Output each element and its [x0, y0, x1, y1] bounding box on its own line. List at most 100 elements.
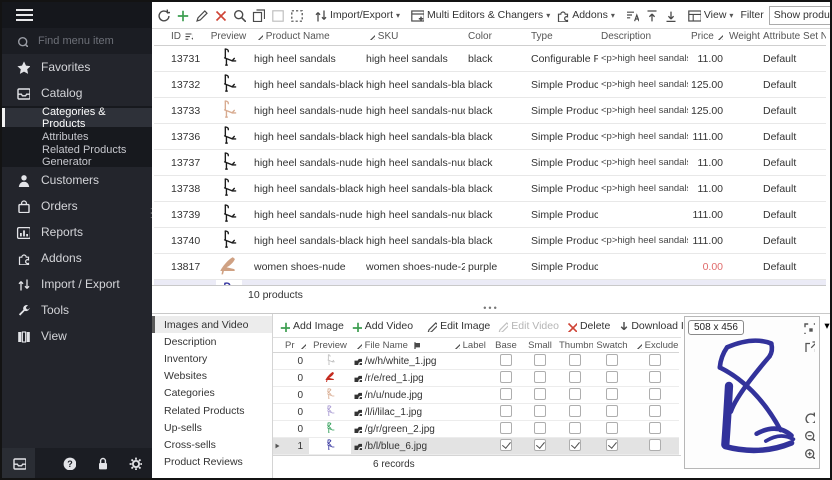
sidebar-item-tools[interactable]: Tools — [2, 297, 152, 323]
table-row[interactable]: 13731 high heel sandals high heel sandal… — [154, 46, 826, 72]
sidebar-item-reports[interactable]: Reports — [2, 219, 152, 245]
small-checkbox[interactable] — [534, 354, 546, 366]
base-checkbox[interactable] — [500, 439, 512, 451]
exclude-checkbox[interactable] — [649, 405, 661, 417]
collapse-button[interactable] — [663, 8, 677, 22]
chevron-down-icon[interactable]: ▾ — [824, 320, 829, 332]
col-exclude[interactable]: Exclude — [631, 338, 679, 353]
col-position[interactable]: Pr — [283, 338, 309, 353]
exclude-checkbox[interactable] — [649, 439, 661, 451]
add-image-button[interactable]: Add Image — [278, 320, 344, 332]
small-checkbox[interactable] — [534, 422, 546, 434]
edit-image-button[interactable]: Edit Image — [425, 320, 490, 332]
sort-text-button[interactable] — [625, 8, 639, 22]
add-video-button[interactable]: Add Video — [350, 320, 413, 332]
col-file-name[interactable]: File Name — [351, 338, 449, 353]
expand-button[interactable] — [644, 8, 658, 22]
exclude-checkbox[interactable] — [649, 388, 661, 400]
sidebar-item-view[interactable]: View — [2, 323, 152, 349]
media-row[interactable]: 0 /l/i/lilac_1.jpg — [273, 404, 679, 421]
exclude-checkbox[interactable] — [649, 371, 661, 383]
edit-video-button-disabled[interactable]: Edit Video — [496, 320, 559, 332]
col-thumbnail[interactable]: Thumbna — [557, 338, 593, 353]
small-checkbox[interactable] — [534, 405, 546, 417]
swatch-checkbox[interactable] — [606, 371, 618, 383]
base-checkbox[interactable] — [500, 371, 512, 383]
table-row[interactable]: 13736 high heel sandals-black-36 high he… — [154, 124, 826, 150]
sidebar-item-addons[interactable]: Addons — [2, 245, 152, 271]
addons-menu[interactable]: Addons▾ — [555, 8, 615, 22]
check-none-button[interactable] — [270, 8, 284, 22]
col-color[interactable]: Color — [465, 28, 528, 46]
media-row[interactable]: 0 /r/e/red_1.jpg — [273, 370, 679, 387]
col-base[interactable]: Base — [489, 338, 523, 353]
col-small[interactable]: Small — [523, 338, 557, 353]
tab-related-products[interactable]: Related Products — [152, 402, 272, 419]
thumbnail-checkbox[interactable] — [569, 405, 581, 417]
select-mode-button[interactable] — [289, 8, 303, 22]
sidebar-subitem-related-products-generator[interactable]: Related Products Generator — [2, 146, 152, 165]
col-id[interactable]: ID — [168, 28, 206, 46]
help-button[interactable] — [52, 448, 85, 478]
tab-inventory[interactable]: Inventory — [152, 350, 272, 367]
base-checkbox[interactable] — [500, 405, 512, 417]
sidebar-item-catalog[interactable]: Catalog — [2, 80, 152, 106]
delete-image-button[interactable]: Delete — [565, 320, 610, 332]
small-checkbox[interactable] — [534, 439, 546, 451]
add-product-button[interactable] — [175, 8, 189, 22]
col-attribute-set[interactable]: Attribute Set Name — [760, 28, 826, 46]
small-checkbox[interactable] — [534, 388, 546, 400]
col-marker[interactable] — [154, 28, 168, 46]
base-checkbox[interactable] — [500, 354, 512, 366]
sidebar-item-favorites[interactable]: Favorites — [2, 54, 152, 80]
swatch-checkbox[interactable] — [606, 422, 618, 434]
horizontal-splitter-handle[interactable]: ••• — [152, 303, 830, 313]
col-price[interactable]: Price — [688, 28, 726, 46]
sidebar-item-orders[interactable]: Orders — [2, 193, 152, 219]
col-marker[interactable] — [273, 338, 283, 353]
col-type[interactable]: Type — [528, 28, 598, 46]
col-weight[interactable]: Weight — [726, 28, 760, 46]
exclude-checkbox[interactable] — [649, 354, 661, 366]
search-button[interactable] — [232, 8, 246, 22]
small-checkbox[interactable] — [534, 371, 546, 383]
table-row[interactable]: 13817 women shoes-nude women shoes-nude-… — [154, 254, 826, 280]
thumbnail-checkbox[interactable] — [569, 371, 581, 383]
col-preview[interactable]: Preview — [309, 338, 351, 353]
base-checkbox[interactable] — [500, 388, 512, 400]
col-swatch[interactable]: Swatch — [593, 338, 631, 353]
edit-product-button[interactable] — [194, 8, 208, 22]
hamburger-menu-icon[interactable] — [16, 9, 33, 21]
table-row[interactable]: 13738 high heel sandals-black-37 high he… — [154, 176, 826, 202]
settings-button[interactable] — [119, 448, 152, 478]
media-row-selected[interactable]: 1 /b/l/blue_6.jpg — [273, 438, 679, 455]
thumbnail-checkbox[interactable] — [569, 439, 581, 451]
tab-description[interactable]: Description — [152, 333, 272, 350]
col-label[interactable]: Label — [449, 338, 489, 353]
multi-editors-menu[interactable]: Multi Editors & Changers▾ — [410, 8, 550, 22]
media-row[interactable]: 0 /w/h/white_1.jpg — [273, 353, 679, 370]
col-sku[interactable]: SKU — [363, 28, 465, 46]
menu-search-input[interactable] — [36, 34, 140, 48]
col-description[interactable]: Description — [598, 28, 688, 46]
table-row[interactable]: 13737 high heel sandals-nude-36 high hee… — [154, 150, 826, 176]
thumbnail-checkbox[interactable] — [569, 422, 581, 434]
swatch-checkbox[interactable] — [606, 354, 618, 366]
col-preview[interactable]: Preview — [206, 28, 251, 46]
tab-images-and-video[interactable]: Images and Video — [152, 316, 272, 333]
filter-select[interactable]: Show products from selected categories ▾ — [769, 6, 832, 25]
tab-websites[interactable]: Websites — [152, 368, 272, 385]
tab-cross-sells[interactable]: Cross-sells — [152, 436, 272, 453]
thumbnail-checkbox[interactable] — [569, 388, 581, 400]
copy-button[interactable] — [251, 8, 265, 22]
media-row[interactable]: 0 /n/u/nude.jpg — [273, 387, 679, 404]
delete-product-button[interactable] — [213, 8, 227, 22]
table-row[interactable]: 13732 high heel sandals-black high heel … — [154, 72, 826, 98]
tab-categories[interactable]: Categories — [152, 385, 272, 402]
lock-button[interactable] — [85, 448, 118, 478]
col-product-name[interactable]: Product Name — [251, 28, 363, 46]
swatch-checkbox[interactable] — [606, 405, 618, 417]
media-row[interactable]: 0 /g/r/green_2.jpg — [273, 421, 679, 438]
table-row[interactable]: 13739 high heel sandals-nude-37 high hee… — [154, 202, 826, 228]
sidebar-item-customers[interactable]: Customers — [2, 167, 152, 193]
